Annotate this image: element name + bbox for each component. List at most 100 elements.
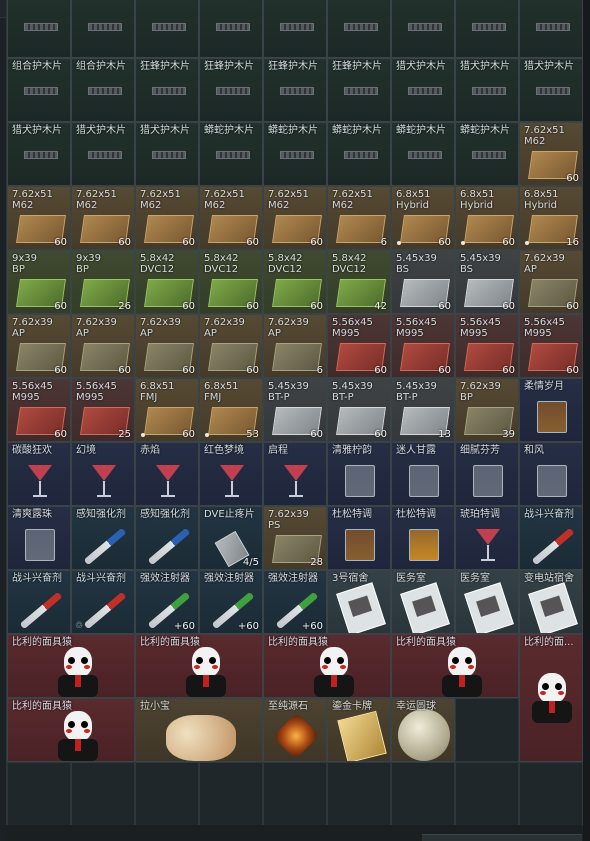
inventory-item[interactable]: 狂蜂护木片: [263, 58, 327, 122]
inventory-item[interactable]: 7.62x39 PS 28: [263, 506, 327, 570]
inventory-item[interactable]: [519, 0, 583, 58]
inventory-item[interactable]: 感知强化剂: [135, 506, 199, 570]
inventory-item[interactable]: 和风: [519, 442, 583, 506]
inventory-item[interactable]: 赤焰: [135, 442, 199, 506]
inventory-item[interactable]: 启程: [263, 442, 327, 506]
inventory-item[interactable]: 6.8x51 FMJ 53: [199, 378, 263, 442]
empty-slot[interactable]: [455, 698, 519, 762]
empty-slot[interactable]: [71, 762, 135, 826]
empty-slot[interactable]: [135, 762, 199, 826]
inventory-item[interactable]: 7.62x51 M62 60: [263, 186, 327, 250]
inventory-item[interactable]: 猎犬护木片: [455, 58, 519, 122]
inventory-item[interactable]: 5.45x39 BS 60: [455, 250, 519, 314]
inventory-item[interactable]: 琥珀特调: [455, 506, 519, 570]
inventory-item[interactable]: 组合护木片: [7, 58, 71, 122]
inventory-item[interactable]: 5.8x42 DVC12 60: [135, 250, 199, 314]
inventory-item[interactable]: [7, 0, 71, 58]
empty-slot[interactable]: [519, 762, 583, 826]
inventory-item[interactable]: 比利的面具猿: [391, 634, 519, 698]
inventory-item[interactable]: 7.62x51 M62 6: [327, 186, 391, 250]
inventory-item[interactable]: 猎犬护木片: [391, 58, 455, 122]
inventory-item[interactable]: [263, 0, 327, 58]
inventory-item[interactable]: DVE止疼片 4/5: [199, 506, 263, 570]
empty-slot[interactable]: [199, 762, 263, 826]
inventory-item[interactable]: 猎犬护木片: [7, 122, 71, 186]
inventory-item[interactable]: 比利的面具猿: [7, 698, 135, 762]
inventory-item[interactable]: 猎犬护木片: [135, 122, 199, 186]
scrollbar[interactable]: [583, 0, 590, 841]
inventory-item[interactable]: 杜松特调: [327, 506, 391, 570]
inventory-item[interactable]: 战斗兴奋剂: [7, 570, 71, 634]
inventory-item[interactable]: 7.62x51 M62 60: [519, 122, 583, 186]
inventory-item[interactable]: 医务室: [391, 570, 455, 634]
inventory-item[interactable]: 蟒蛇护木片: [199, 122, 263, 186]
inventory-item[interactable]: [327, 0, 391, 58]
inventory-item[interactable]: 狂蜂护木片: [135, 58, 199, 122]
inventory-item[interactable]: [391, 0, 455, 58]
inventory-item[interactable]: 比利的面具猿: [7, 634, 135, 698]
inventory-item[interactable]: 幻境: [71, 442, 135, 506]
inventory-item[interactable]: 战斗兴奋剂: [519, 506, 583, 570]
inventory-item[interactable]: 5.56x45 M995 60: [327, 314, 391, 378]
inventory-item[interactable]: [455, 0, 519, 58]
inventory-item[interactable]: 5.8x42 DVC12 42: [327, 250, 391, 314]
inventory-item[interactable]: 比利的面具猿: [135, 634, 263, 698]
inventory-item[interactable]: 7.62x39 BP 39: [455, 378, 519, 442]
inventory-item[interactable]: 7.62x51 M62 60: [135, 186, 199, 250]
inventory-item[interactable]: 清雅柠韵: [327, 442, 391, 506]
inventory-item[interactable]: 猎犬护木片: [519, 58, 583, 122]
empty-slot[interactable]: [391, 762, 455, 826]
inventory-item[interactable]: [135, 0, 199, 58]
inventory-item[interactable]: 碳酸狂欢: [7, 442, 71, 506]
inventory-item[interactable]: 5.56x45 M995 60: [455, 314, 519, 378]
empty-slot[interactable]: [263, 762, 327, 826]
inventory-item[interactable]: 幸运圆球: [391, 698, 455, 762]
inventory-item[interactable]: 鎏金卡牌: [327, 698, 391, 762]
inventory-item[interactable]: 6.8x51 Hybrid 16: [519, 186, 583, 250]
inventory-item[interactable]: 5.45x39 BT-P 60: [327, 378, 391, 442]
inventory-item[interactable]: 5.8x42 DVC12 60: [199, 250, 263, 314]
inventory-item[interactable]: 3号宿舍: [327, 570, 391, 634]
inventory-item[interactable]: 细腻芬芳: [455, 442, 519, 506]
inventory-item[interactable]: 6.8x51 FMJ 60: [135, 378, 199, 442]
inventory-item[interactable]: 7.62x39 AP 6: [263, 314, 327, 378]
empty-slot[interactable]: [455, 762, 519, 826]
inventory-item[interactable]: 7.62x51 M62 60: [199, 186, 263, 250]
inventory-item[interactable]: 红色梦境: [199, 442, 263, 506]
inventory-item[interactable]: 柔情岁月: [519, 378, 583, 442]
inventory-item[interactable]: 狂蜂护木片: [199, 58, 263, 122]
inventory-item[interactable]: 蟒蛇护木片: [391, 122, 455, 186]
inventory-item[interactable]: 战斗兴奋剂 ♲: [71, 570, 135, 634]
inventory-item[interactable]: 7.62x39 AP 60: [519, 250, 583, 314]
inventory-item[interactable]: 5.45x39 BT-P 60: [263, 378, 327, 442]
inventory-item[interactable]: 7.62x51 M62 60: [71, 186, 135, 250]
inventory-item[interactable]: 比利的面...: [519, 634, 583, 762]
inventory-item[interactable]: 6.8x51 Hybrid 60: [391, 186, 455, 250]
inventory-item[interactable]: 强效注射器 +60: [263, 570, 327, 634]
inventory-item[interactable]: 迷人甘露: [391, 442, 455, 506]
inventory-item[interactable]: 强效注射器 +60: [199, 570, 263, 634]
inventory-item[interactable]: 6.8x51 Hybrid 60: [455, 186, 519, 250]
inventory-item[interactable]: 至纯源石: [263, 698, 327, 762]
inventory-item[interactable]: 5.56x45 M995 25: [71, 378, 135, 442]
inventory-item[interactable]: 9x39 BP 60: [7, 250, 71, 314]
inventory-item[interactable]: 医务室: [455, 570, 519, 634]
inventory-item[interactable]: 5.56x45 M995 60: [391, 314, 455, 378]
inventory-item[interactable]: 强效注射器 +60: [135, 570, 199, 634]
inventory-item[interactable]: 9x39 BP 26: [71, 250, 135, 314]
inventory-item[interactable]: 7.62x39 AP 60: [71, 314, 135, 378]
inventory-item[interactable]: 7.62x39 AP 60: [135, 314, 199, 378]
empty-slot[interactable]: [7, 762, 71, 826]
inventory-item[interactable]: 变电站宿舍: [519, 570, 583, 634]
bottom-tab[interactable]: [422, 834, 582, 841]
inventory-item[interactable]: 5.8x42 DVC12 60: [263, 250, 327, 314]
inventory-item[interactable]: 比利的面具猿: [263, 634, 391, 698]
inventory-item[interactable]: 狂蜂护木片: [327, 58, 391, 122]
inventory-item[interactable]: 5.45x39 BT-P 13: [391, 378, 455, 442]
inventory-item[interactable]: 感知强化剂: [71, 506, 135, 570]
inventory-item[interactable]: 7.62x39 AP 60: [199, 314, 263, 378]
inventory-item[interactable]: [199, 0, 263, 58]
inventory-item[interactable]: 5.56x45 M995 60: [7, 378, 71, 442]
inventory-item[interactable]: 清爽露珠: [7, 506, 71, 570]
inventory-item[interactable]: 蟒蛇护木片: [263, 122, 327, 186]
